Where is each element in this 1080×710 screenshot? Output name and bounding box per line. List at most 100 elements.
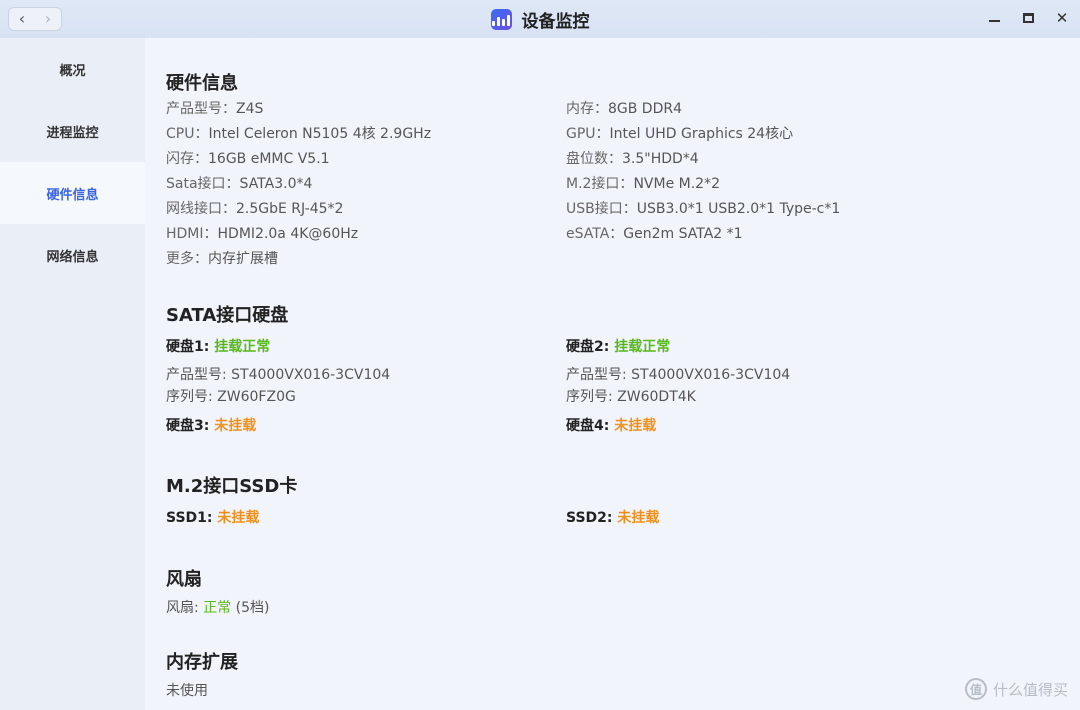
spec-row: Sata接口：SATA3.0*4 (166, 173, 312, 193)
spec-row: 产品型号：Z4S (166, 98, 263, 118)
disk-serial: 序列号: ZW60DT4K (566, 386, 696, 406)
spec-value: 内存扩展槽 (208, 251, 278, 267)
disk-status-text: 挂载正常 (614, 339, 671, 355)
disk-serial-label: 序列号: (166, 389, 213, 405)
disk-model-value: ST4000VX016-3CV104 (631, 367, 791, 383)
back-button[interactable]: ‹ (9, 8, 35, 30)
window-title: 设备监控 (521, 11, 590, 32)
disk-model-label: 产品型号: (566, 367, 627, 383)
title-bar: ‹ › 设备监控 ✕ (0, 0, 1080, 38)
disk-status-text: 未挂载 (614, 418, 657, 434)
spec-row: 闪存：16GB eMMC V5.1 (166, 148, 330, 168)
spec-label: 更多： (166, 251, 208, 267)
disk-status: 硬盘2: 挂载正常 (566, 336, 670, 356)
fan-status-text: 正常 (203, 600, 232, 616)
spec-value: SATA3.0*4 (239, 176, 313, 192)
maximize-icon (1022, 13, 1034, 23)
spec-value: Intel UHD Graphics 24核心 (609, 126, 794, 142)
disk-status-text: 未挂载 (214, 418, 257, 434)
spec-label: 网线接口： (166, 201, 236, 217)
sidebar-item-overview[interactable]: 概况 (0, 38, 145, 100)
app-title: 设备监控 (490, 7, 590, 32)
memory-status: 未使用 (166, 683, 208, 699)
spec-row: GPU：Intel UHD Graphics 24核心 (566, 123, 793, 143)
forward-button[interactable]: › (35, 8, 61, 30)
spec-label: 闪存： (166, 151, 208, 167)
section-title-sata: SATA接口硬盘 (166, 305, 289, 326)
spec-value: Z4S (236, 101, 264, 117)
spec-label: 盘位数： (566, 151, 622, 167)
sidebar-item-process-monitor[interactable]: 进程监控 (0, 100, 145, 162)
disk-model-label: 产品型号: (166, 367, 227, 383)
ssd-status: SSD2: 未挂载 (566, 507, 659, 527)
minimize-icon (988, 20, 1000, 22)
spec-label: GPU： (566, 126, 610, 142)
disk-status: 硬盘4: 未挂载 (566, 415, 656, 435)
spec-value: 3.5"HDD*4 (622, 151, 699, 167)
spec-value: 2.5GbE RJ-45*2 (236, 201, 344, 217)
section-title-fan: 风扇 (166, 569, 202, 590)
spec-value: Gen2m SATA2 *1 (623, 226, 743, 242)
spec-row: 内存：8GB DDR4 (566, 98, 682, 118)
ssd-status-text: 未挂载 (617, 510, 660, 526)
spec-label: M.2接口： (566, 176, 634, 192)
disk-status: 硬盘1: 挂载正常 (166, 336, 270, 356)
disk-status-text: 挂载正常 (214, 339, 271, 355)
watermark-logo-icon: 值 (964, 678, 987, 700)
fan-status: 风扇: 正常 (5档) (166, 597, 269, 617)
watermark-text: 什么值得买 (992, 680, 1068, 699)
spec-row: CPU：Intel Celeron N5105 4核 2.9GHz (166, 123, 431, 143)
section-title-hardware: 硬件信息 (166, 73, 238, 94)
disk-serial-value: ZW60DT4K (617, 389, 696, 405)
disk-model: 产品型号: ST4000VX016-3CV104 (566, 364, 790, 384)
nav-buttons: ‹ › (8, 7, 62, 31)
fan-label: 风扇: (166, 600, 199, 616)
disk-model: 产品型号: ST4000VX016-3CV104 (166, 364, 390, 384)
spec-row: 盘位数：3.5"HDD*4 (566, 148, 699, 168)
spec-value: 16GB eMMC V5.1 (208, 151, 330, 167)
spec-row: M.2接口：NVMe M.2*2 (566, 173, 720, 193)
spec-row: 网线接口：2.5GbE RJ-45*2 (166, 198, 343, 218)
spec-label: HDMI： (166, 226, 218, 242)
maximize-button[interactable] (1020, 10, 1036, 26)
disk-model-value: ST4000VX016-3CV104 (231, 367, 391, 383)
spec-value: Intel Celeron N5105 4核 2.9GHz (208, 126, 432, 142)
ssd-status-text: 未挂载 (217, 510, 260, 526)
disk-status: 硬盘3: 未挂载 (166, 415, 256, 435)
close-icon: ✕ (1055, 9, 1069, 27)
spec-label: 产品型号： (166, 101, 236, 117)
fan-detail: (5档) (235, 600, 270, 616)
ssd-status: SSD1: 未挂载 (166, 507, 259, 527)
spec-label: eSATA： (566, 226, 624, 242)
spec-row: 更多：内存扩展槽 (166, 248, 278, 268)
window-controls: ✕ (986, 9, 1070, 27)
spec-row: eSATA：Gen2m SATA2 *1 (566, 223, 743, 243)
spec-label: USB接口： (566, 201, 637, 217)
disk-serial: 序列号: ZW60FZ0G (166, 386, 296, 406)
minimize-button[interactable] (986, 10, 1002, 26)
spec-label: 内存： (566, 101, 608, 117)
spec-row: USB接口：USB3.0*1 USB2.0*1 Type-c*1 (566, 198, 840, 218)
sidebar: 概况 进程监控 硬件信息 网络信息 (0, 38, 145, 710)
spec-value: USB3.0*1 USB2.0*1 Type-c*1 (636, 201, 841, 217)
close-button[interactable]: ✕ (1054, 9, 1070, 27)
spec-value: 8GB DDR4 (608, 101, 683, 117)
ssd-name: SSD2: (566, 510, 613, 526)
section-title-memory: 内存扩展 (166, 652, 238, 673)
disk-serial-value: ZW60FZ0G (217, 389, 296, 405)
sidebar-item-network-info[interactable]: 网络信息 (0, 224, 145, 286)
ssd-name: SSD1: (166, 510, 213, 526)
sidebar-item-hardware-info[interactable]: 硬件信息 (0, 162, 145, 224)
disk-name: 硬盘2: (566, 339, 610, 355)
section-title-m2: M.2接口SSD卡 (166, 476, 298, 497)
disk-serial-label: 序列号: (566, 389, 613, 405)
device-monitor-app-icon (490, 8, 512, 30)
spec-value: HDMI2.0a 4K@60Hz (217, 226, 359, 242)
spec-label: CPU： (166, 126, 209, 142)
spec-row: HDMI：HDMI2.0a 4K@60Hz (166, 223, 358, 243)
spec-value: NVMe M.2*2 (633, 176, 720, 192)
watermark: 值 什么值得买 (964, 678, 1068, 700)
disk-name: 硬盘1: (166, 339, 210, 355)
spec-label: Sata接口： (166, 176, 240, 192)
disk-name: 硬盘3: (166, 418, 210, 434)
